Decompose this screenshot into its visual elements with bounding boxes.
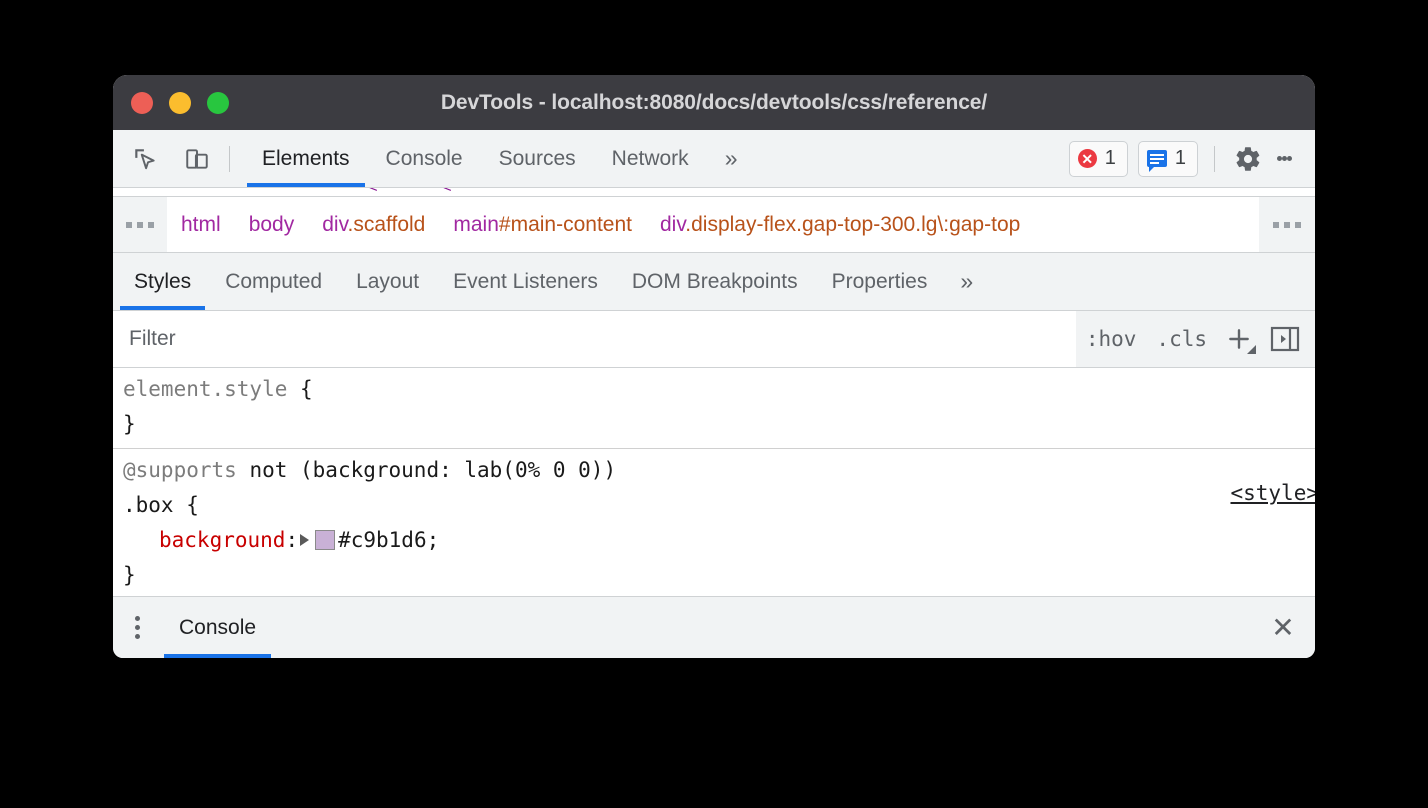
window-titlebar: DevTools - localhost:8080/docs/devtools/… — [113, 75, 1315, 130]
toolbar-right-divider — [1214, 146, 1215, 172]
breadcrumb-item-main-content[interactable]: main#main-content — [439, 213, 646, 237]
gear-icon[interactable] — [1229, 140, 1267, 178]
tab-elements[interactable]: Elements — [244, 130, 368, 187]
breadcrumb-item-div-scaffold[interactable]: div.scaffold — [308, 213, 439, 237]
breadcrumb-tag: body — [249, 213, 295, 236]
breadcrumb-overflow-left-button[interactable] — [113, 197, 167, 252]
tab-sources[interactable]: Sources — [481, 130, 594, 187]
css-close-brace: } — [123, 558, 1315, 593]
filter-input[interactable] — [113, 311, 1076, 367]
breadcrumb-tag: main — [453, 213, 499, 236]
pane-tab-computed[interactable]: Computed — [208, 253, 339, 310]
styles-pane-content: element.style { } @supports not (backgro… — [113, 368, 1315, 596]
css-at-rule-keyword: @supports — [123, 458, 237, 482]
breadcrumb-suffix: .display-flex.gap-top-300.lg\:gap-top — [685, 213, 1020, 236]
toolbar-right-group: ✕ 1 1 — [1069, 140, 1315, 178]
tab-network-label: Network — [612, 147, 689, 171]
window-title: DevTools - localhost:8080/docs/devtools/… — [113, 91, 1315, 115]
message-count-badge[interactable]: 1 — [1138, 141, 1198, 177]
dom-fragment: < — [443, 188, 451, 196]
stylesheet-source-link[interactable]: <style> — [1230, 476, 1315, 511]
close-icon[interactable]: ✕ — [1259, 597, 1315, 658]
css-open-brace: { — [287, 377, 312, 401]
drawer-tab-console[interactable]: Console — [161, 597, 274, 658]
more-panels-icon[interactable]: » — [707, 130, 754, 187]
pane-tab-dom-breakpoints-label: DOM Breakpoints — [632, 270, 798, 294]
dom-fragment: < — [369, 188, 377, 196]
inspect-element-icon[interactable] — [125, 139, 165, 179]
pane-tab-properties-label: Properties — [832, 270, 928, 294]
css-selector[interactable]: .box — [123, 493, 174, 517]
pane-tab-event-listeners-label: Event Listeners — [453, 270, 598, 294]
more-panes-icon[interactable]: » — [944, 253, 989, 310]
devtools-window: DevTools - localhost:8080/docs/devtools/… — [113, 75, 1315, 658]
breadcrumb: html body div.scaffold main#main-content… — [113, 197, 1315, 253]
styles-filter-toolbar: :hov .cls — [113, 311, 1315, 368]
dom-tree-clipped-strip: < < — [113, 188, 1315, 197]
breadcrumb-item-div-display-flex[interactable]: div.display-flex.gap-top-300.lg\:gap-top — [646, 213, 1034, 237]
breadcrumb-tag: div — [322, 213, 347, 236]
color-swatch[interactable] — [315, 530, 335, 550]
css-property-value[interactable]: #c9b1d6 — [338, 528, 427, 552]
message-icon — [1147, 150, 1167, 167]
breadcrumb-overflow-right-button[interactable] — [1259, 197, 1315, 252]
css-selector[interactable]: element.style — [123, 377, 287, 401]
toolbar-divider — [229, 146, 230, 172]
window-controls — [131, 92, 229, 114]
kebab-menu-icon[interactable] — [1267, 140, 1301, 178]
message-count: 1 — [1175, 147, 1186, 170]
css-open-brace: { — [174, 493, 199, 517]
css-declaration-terminator: ; — [427, 528, 440, 552]
cls-classes-button[interactable]: .cls — [1146, 327, 1217, 351]
css-property-name[interactable]: background — [159, 528, 285, 552]
css-declaration-background[interactable]: background: #c9b1d6; — [123, 523, 1315, 558]
css-rule-element-style[interactable]: element.style { } — [113, 368, 1315, 449]
plus-icon[interactable] — [1217, 319, 1261, 359]
error-count-badge[interactable]: ✕ 1 — [1069, 141, 1128, 177]
tab-console[interactable]: Console — [368, 130, 481, 187]
tab-console-label: Console — [386, 147, 463, 171]
breadcrumb-suffix: .scaffold — [348, 213, 426, 236]
css-close-brace: } — [123, 407, 1315, 442]
css-at-rule-line: @supports not (background: lab(0% 0 0)) — [123, 453, 1315, 488]
panel-tabs: Elements Console Sources Network » — [244, 130, 753, 187]
tab-sources-label: Sources — [499, 147, 576, 171]
drawer-tab-console-label: Console — [179, 616, 256, 640]
console-drawer: Console ✕ — [113, 596, 1315, 658]
toggle-sidebar-icon[interactable] — [1265, 319, 1305, 359]
maximize-window-button[interactable] — [207, 92, 229, 114]
tab-elements-label: Elements — [262, 147, 350, 171]
device-toolbar-icon[interactable] — [177, 139, 217, 179]
expand-color-disclosure-icon[interactable] — [300, 534, 309, 546]
error-icon: ✕ — [1078, 149, 1097, 168]
breadcrumb-tag: html — [181, 213, 221, 236]
drawer-kebab-menu-icon[interactable] — [113, 597, 161, 658]
css-rule-supports-box[interactable]: @supports not (background: lab(0% 0 0)) … — [113, 449, 1315, 596]
screen-root: DevTools - localhost:8080/docs/devtools/… — [0, 0, 1428, 808]
css-rule-header: element.style { — [123, 372, 1315, 407]
css-at-rule-condition: not (background: lab(0% 0 0)) — [237, 458, 616, 482]
pane-tab-computed-label: Computed — [225, 270, 322, 294]
breadcrumb-tag: div — [660, 213, 685, 236]
hov-states-button[interactable]: :hov — [1076, 327, 1147, 351]
pane-tab-dom-breakpoints[interactable]: DOM Breakpoints — [615, 253, 815, 310]
css-property-separator: : — [285, 528, 298, 552]
pane-tab-styles-label: Styles — [134, 270, 191, 294]
sidebar-pane-tabs: Styles Computed Layout Event Listeners D… — [113, 253, 1315, 311]
breadcrumb-suffix: #main-content — [499, 213, 632, 236]
breadcrumb-item-html[interactable]: html — [167, 213, 235, 237]
pane-tab-styles[interactable]: Styles — [117, 253, 208, 310]
pane-tab-properties[interactable]: Properties — [815, 253, 945, 310]
plus-dropdown-caret-icon — [1247, 345, 1256, 354]
breadcrumb-item-body[interactable]: body — [235, 213, 309, 237]
close-window-button[interactable] — [131, 92, 153, 114]
tab-network[interactable]: Network — [594, 130, 707, 187]
error-count: 1 — [1105, 147, 1116, 170]
pane-tab-event-listeners[interactable]: Event Listeners — [436, 253, 615, 310]
pane-tab-layout[interactable]: Layout — [339, 253, 436, 310]
css-rule-header: .box { — [123, 488, 1315, 523]
minimize-window-button[interactable] — [169, 92, 191, 114]
devtools-main-toolbar: Elements Console Sources Network » ✕ 1 1 — [113, 130, 1315, 188]
pane-tab-layout-label: Layout — [356, 270, 419, 294]
